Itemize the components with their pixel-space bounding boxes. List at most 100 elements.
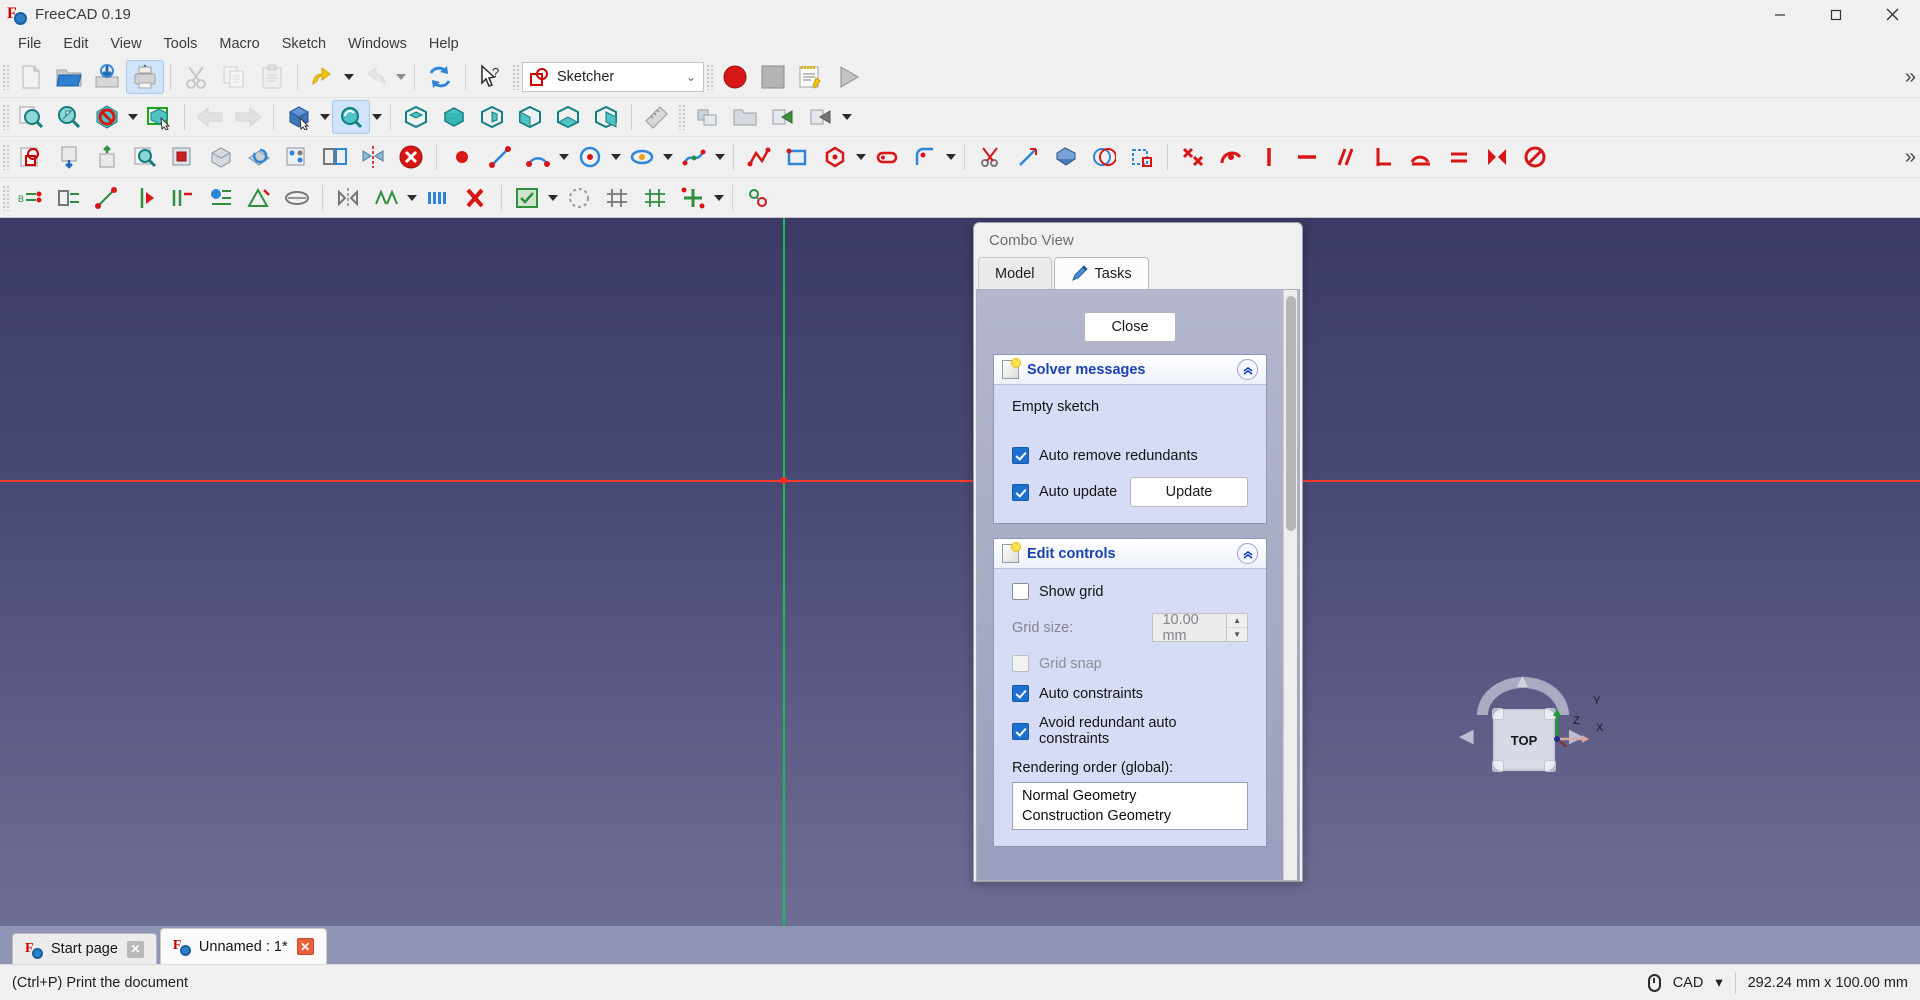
isometric-dropdown[interactable] — [318, 100, 332, 134]
nav-cube-top-face[interactable]: TOP — [1492, 708, 1556, 772]
stepper-up-icon[interactable]: ▲ — [1227, 614, 1247, 627]
create-circle-button[interactable] — [571, 140, 609, 174]
left-view-button[interactable] — [587, 100, 625, 134]
rear-view-button[interactable] — [511, 100, 549, 134]
update-solver-button[interactable]: Update — [1130, 477, 1248, 507]
create-bspline-dropdown[interactable] — [713, 140, 727, 174]
create-bspline-button[interactable] — [675, 140, 713, 174]
redo-button[interactable] — [356, 60, 394, 94]
carbon-copy-button[interactable] — [1085, 140, 1123, 174]
create-arc-button[interactable] — [519, 140, 557, 174]
toolbar-grip[interactable] — [512, 64, 520, 90]
create-polygon-dropdown[interactable] — [854, 140, 868, 174]
create-slot-button[interactable] — [868, 140, 906, 174]
close-task-button[interactable]: Close — [1084, 312, 1176, 342]
print-document-button[interactable] — [126, 60, 164, 94]
isometric-view-button[interactable] — [280, 100, 318, 134]
menu-windows[interactable]: Windows — [337, 32, 418, 56]
link-actions-button[interactable] — [802, 100, 840, 134]
undo-button[interactable] — [304, 60, 342, 94]
constrain-horizontal-button[interactable] — [1288, 140, 1326, 174]
rectangular-array-button[interactable] — [419, 181, 457, 215]
toolbar-overflow-button[interactable]: » — [1905, 146, 1920, 169]
workbench-selector[interactable]: Sketcher ⌄ — [522, 62, 704, 92]
redo-dropdown-button[interactable] — [394, 60, 408, 94]
axonometric-dropdown[interactable] — [370, 100, 384, 134]
menu-edit[interactable]: Edit — [52, 32, 99, 56]
new-document-button[interactable] — [12, 60, 50, 94]
document-tab-start-page[interactable]: F Start page ✕ — [12, 933, 157, 964]
view-forward-button[interactable] — [229, 100, 267, 134]
grid-size-input[interactable]: 10.00 mm ▲ ▼ — [1152, 612, 1248, 644]
chevron-up-icon[interactable] — [1237, 543, 1258, 564]
whats-this-button[interactable]: ? — [472, 60, 510, 94]
create-point-button[interactable] — [443, 140, 481, 174]
draw-style-dropdown[interactable] — [126, 100, 140, 134]
auto-update-checkbox[interactable] — [1012, 483, 1029, 501]
3d-viewport[interactable]: ▲ ◀ ▶ TOP Y X Z Combo View Model Tasks C… — [0, 218, 1920, 926]
map-sketch-button[interactable] — [202, 140, 240, 174]
switch-virtual-space-button[interactable] — [508, 181, 546, 215]
create-circle-dropdown[interactable] — [609, 140, 623, 174]
auto-update-row[interactable]: Auto update Update — [1012, 477, 1248, 507]
constrain-coincident-button[interactable] — [1174, 140, 1212, 174]
show-grid-row[interactable]: Show grid — [1012, 583, 1248, 600]
validate-sketch-button[interactable] — [278, 140, 316, 174]
constrain-block-button[interactable] — [1516, 140, 1554, 174]
macro-record-button[interactable] — [716, 60, 754, 94]
grid-snap-checkbox[interactable] — [1012, 655, 1029, 672]
constrain-perpendicular-button[interactable] — [1364, 140, 1402, 174]
rendering-order-list[interactable]: Normal Geometry Construction Geometry — [1012, 782, 1248, 830]
toolbar-grip[interactable] — [2, 184, 10, 211]
stepper-down-icon[interactable]: ▼ — [1227, 627, 1247, 641]
show-grid-checkbox[interactable] — [1012, 583, 1029, 600]
clone-button[interactable] — [367, 181, 405, 215]
close-icon[interactable]: ✕ — [126, 940, 144, 958]
nav-arrow-up-icon[interactable]: ▲ — [1513, 671, 1532, 693]
bottom-view-button[interactable] — [549, 100, 587, 134]
merge-sketches-button[interactable] — [316, 140, 354, 174]
toolbar-grip[interactable] — [2, 144, 10, 170]
list-item[interactable]: Normal Geometry — [1013, 786, 1247, 806]
sketcher-render-order-button[interactable] — [674, 181, 712, 215]
box-selection-button[interactable] — [140, 100, 178, 134]
mirror-sketch-button[interactable] — [354, 140, 392, 174]
toolbar-grip[interactable] — [2, 64, 10, 90]
create-rectangle-button[interactable] — [778, 140, 816, 174]
right-view-button[interactable] — [473, 100, 511, 134]
clone-dropdown[interactable] — [405, 181, 419, 215]
create-line-button[interactable] — [481, 140, 519, 174]
create-fillet-dropdown[interactable] — [944, 140, 958, 174]
extend-edge-button[interactable] — [1009, 140, 1047, 174]
fit-selection-button[interactable] — [50, 100, 88, 134]
task-panel-scrollbar[interactable] — [1283, 290, 1297, 880]
nav-arrow-left-icon[interactable]: ◀ — [1459, 725, 1474, 748]
group-folder-button[interactable] — [726, 100, 764, 134]
create-regular-polygon-button[interactable] — [816, 140, 854, 174]
constrain-point-on-object-button[interactable] — [1212, 140, 1250, 174]
leave-sketch-button[interactable] — [88, 140, 126, 174]
menu-view[interactable]: View — [99, 32, 152, 56]
render-order-dropdown[interactable] — [712, 181, 726, 215]
menu-macro[interactable]: Macro — [208, 32, 270, 56]
create-fillet-button[interactable] — [906, 140, 944, 174]
workbench-link-button[interactable] — [688, 100, 726, 134]
top-view-button[interactable] — [435, 100, 473, 134]
menu-help[interactable]: Help — [418, 32, 470, 56]
select-vertical-axis-button[interactable] — [126, 181, 164, 215]
view-section-button[interactable] — [164, 140, 202, 174]
maximize-button[interactable] — [1808, 0, 1864, 30]
trim-edge-button[interactable] — [971, 140, 1009, 174]
copy-button[interactable] — [215, 60, 253, 94]
constrain-parallel-button[interactable] — [1326, 140, 1364, 174]
create-arc-dropdown[interactable] — [557, 140, 571, 174]
select-origin-button[interactable] — [88, 181, 126, 215]
sketcher-snap-button[interactable] — [636, 181, 674, 215]
constrain-equal-button[interactable] — [1440, 140, 1478, 174]
macro-execute-button[interactable] — [830, 60, 868, 94]
tab-tasks[interactable]: Tasks — [1053, 257, 1149, 289]
document-tab-unnamed[interactable]: F Unnamed : 1* ✕ — [159, 928, 327, 964]
draw-style-button[interactable] — [88, 100, 126, 134]
refresh-button[interactable] — [421, 60, 459, 94]
auto-remove-redundants-checkbox[interactable] — [1012, 447, 1029, 464]
